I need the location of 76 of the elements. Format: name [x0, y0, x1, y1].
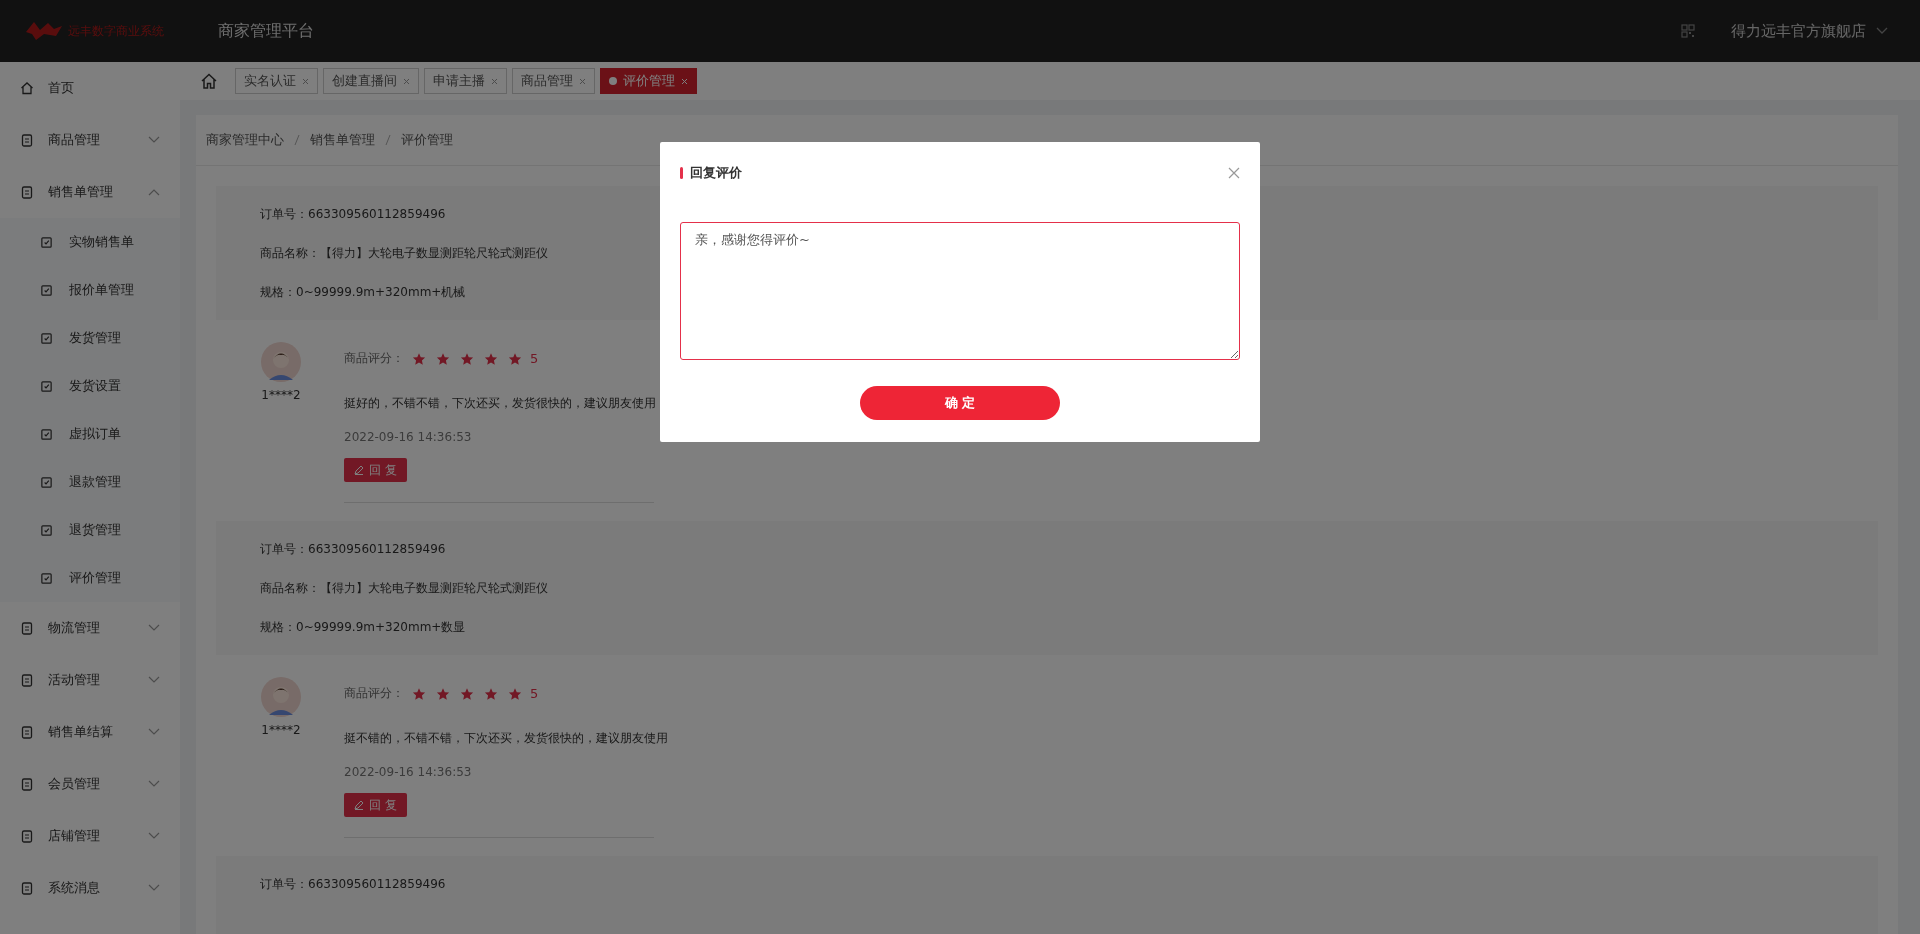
submenu-item[interactable]: 评价管理 — [0, 554, 180, 602]
rating-label: 商品评分： — [344, 350, 404, 367]
rating-value: 5 — [530, 686, 539, 701]
submenu-item[interactable]: 实物销售单 — [0, 218, 180, 266]
menu-item[interactable]: 活动管理 — [0, 654, 180, 706]
product-name: 商品名称：【得力】大轮电子数显测距轮尺轮式测距仪 — [260, 580, 549, 597]
star-icon — [436, 351, 450, 366]
qr-code-icon[interactable] — [1681, 24, 1695, 38]
submenu-item[interactable]: 发货管理 — [0, 314, 180, 362]
submenu-item[interactable]: 退款管理 — [0, 458, 180, 506]
reply-button[interactable]: 回 复 — [344, 458, 407, 482]
submenu-item[interactable]: 发货设置 — [0, 362, 180, 410]
submenu-item[interactable]: 虚拟订单 — [0, 410, 180, 458]
menu-item[interactable]: 系统消息 — [0, 862, 180, 914]
product-name: 商品名称：【得力】大轮电子数显测距轮尺轮式测距仪 — [260, 245, 549, 262]
menu-item[interactable]: 首页 — [0, 62, 180, 114]
menu-item[interactable]: 会员管理 — [0, 758, 180, 810]
star-icon — [460, 686, 474, 701]
user-name: 1****2 — [261, 723, 301, 737]
menu-item[interactable]: 物流管理 — [0, 602, 180, 654]
star-icon — [484, 686, 498, 701]
pencil-icon — [354, 465, 364, 475]
close-icon[interactable] — [403, 77, 410, 85]
close-icon[interactable] — [1228, 167, 1240, 179]
order-number: 订单号：663309560112859496 — [260, 876, 447, 893]
review-comment: 挺好的，不错不错，下次还买，发货很快的，建议朋友使用 — [344, 395, 656, 412]
tab[interactable]: 实名认证 — [235, 68, 318, 94]
avatar-icon — [261, 677, 301, 717]
order-number: 订单号：663309560112859496 — [260, 541, 447, 558]
order-number: 订单号：663309560112859496 — [260, 206, 447, 223]
tab[interactable]: 评价管理 — [600, 68, 697, 94]
menu-item[interactable]: 商品管理 — [0, 114, 180, 166]
review-time: 2022-09-16 14:36:53 — [344, 430, 472, 444]
close-icon[interactable] — [491, 77, 498, 85]
rating-value: 5 — [530, 351, 539, 366]
product-spec: 规格：0~99999.9m+320mm+数显 — [260, 619, 467, 636]
breadcrumb-item[interactable]: 商家管理中心 — [206, 131, 284, 149]
submenu-item[interactable]: 报价单管理 — [0, 266, 180, 314]
tab[interactable]: 申请主播 — [424, 68, 507, 94]
breadcrumb-item[interactable]: 销售单管理 — [310, 131, 375, 149]
tab[interactable]: 创建直播间 — [323, 68, 419, 94]
star-icon — [412, 686, 426, 701]
star-icon — [412, 351, 426, 366]
confirm-button[interactable]: 确 定 — [860, 386, 1060, 420]
reply-text-field[interactable]: 亲，感谢您得评价~ — [680, 222, 1240, 360]
breadcrumb-separator — [385, 134, 391, 146]
review-time: 2022-09-16 14:36:53 — [344, 765, 472, 779]
menu-item[interactable]: 店铺管理 — [0, 810, 180, 862]
tab[interactable]: 商品管理 — [512, 68, 595, 94]
star-icon — [508, 686, 522, 701]
store-name[interactable]: 得力远丰官方旗舰店 — [1731, 21, 1866, 41]
avatar-icon — [261, 342, 301, 382]
rating-label: 商品评分： — [344, 685, 404, 702]
pencil-icon — [354, 800, 364, 810]
star-icon — [436, 686, 450, 701]
close-icon[interactable] — [302, 77, 309, 85]
star-icon — [508, 351, 522, 366]
review-comment: 挺不错的，不错不错，下次还买，发货很快的，建议朋友使用 — [344, 730, 668, 747]
logo-text: 远丰数字商业系统 — [68, 22, 164, 40]
chevron-down-icon[interactable] — [1876, 27, 1888, 35]
reply-button[interactable]: 回 复 — [344, 793, 407, 817]
star-icon — [460, 351, 474, 366]
active-dot-icon — [609, 77, 617, 85]
home-icon[interactable] — [200, 72, 218, 90]
star-icon — [484, 351, 498, 366]
menu-item[interactable]: 销售单结算 — [0, 706, 180, 758]
platform-title: 商家管理平台 — [218, 20, 314, 42]
home-icon — [20, 81, 34, 95]
breadcrumb-separator — [294, 134, 300, 146]
product-spec: 规格：0~99999.9m+320mm+机械 — [260, 284, 467, 301]
breadcrumb-item[interactable]: 评价管理 — [401, 131, 453, 149]
user-name: 1****2 — [261, 388, 301, 402]
dialog-title: 回复评价 — [690, 164, 742, 182]
submenu-item[interactable]: 退货管理 — [0, 506, 180, 554]
close-icon[interactable] — [579, 77, 586, 85]
menu-item[interactable]: 销售单管理 — [0, 166, 180, 218]
